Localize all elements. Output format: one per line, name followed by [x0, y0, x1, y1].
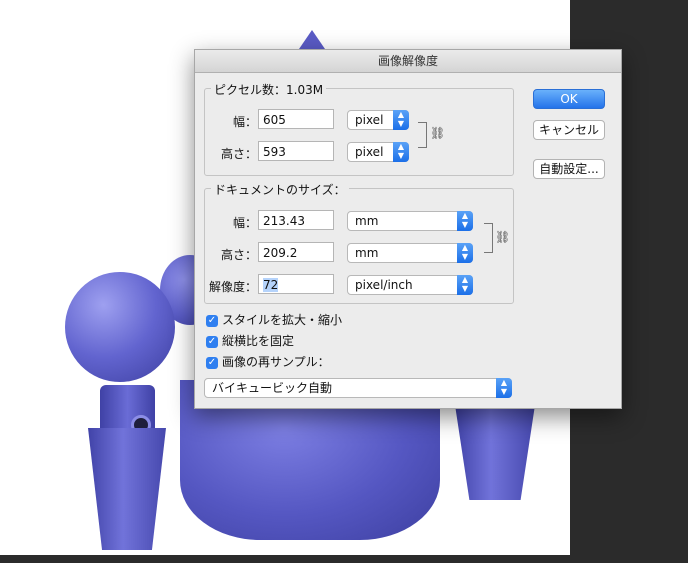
pixel-height-unit-value: pixel [355, 145, 384, 159]
chevron-updown-icon: ▲ ▼ [496, 378, 512, 398]
pixel-width-unit-select[interactable]: pixel ▲ ▼ [347, 110, 409, 130]
resample-method-value: バイキュービック自動 [212, 381, 333, 395]
doc-width-unit-value: mm [355, 214, 379, 228]
resample-checkbox[interactable]: ✓ 画像の再サンプル： [206, 354, 330, 370]
doc-height-input[interactable]: 209.2 [258, 242, 334, 262]
resolution-unit-value: pixel/inch [355, 278, 413, 292]
chain-link-icon: ⛓ [430, 126, 446, 140]
chevron-updown-icon: ▲ ▼ [393, 110, 409, 130]
auto-button[interactable]: 自動設定... [533, 159, 605, 179]
resolution-input[interactable]: 72 [258, 274, 334, 294]
cancel-button[interactable]: キャンセル [533, 120, 605, 140]
chevron-updown-icon: ▲ ▼ [457, 275, 473, 295]
pixel-height-input[interactable]: 593 [258, 141, 334, 161]
resolution-label: 解像度： [208, 280, 257, 294]
chevron-updown-icon: ▲ ▼ [457, 243, 473, 263]
pixel-height-unit-select[interactable]: pixel ▲ ▼ [347, 142, 409, 162]
pixel-dimensions-group [204, 88, 514, 176]
doc-width-input[interactable]: 213.43 [258, 210, 334, 230]
doc-height-unit-value: mm [355, 246, 379, 260]
constrain-proportions-label: 縦横比を固定 [222, 334, 295, 348]
checkmark-icon: ✓ [206, 314, 218, 327]
ok-button[interactable]: OK [533, 89, 605, 109]
dialog-title: 画像解像度 [195, 50, 621, 73]
scale-styles-label: スタイルを拡大・縮小 [222, 313, 343, 327]
doc-height-label: 高さ： [220, 248, 257, 262]
image-size-dialog: 画像解像度 ピクセル数：1.03M 幅： 605 pixel ▲ ▼ 高さ： 59… [194, 49, 622, 409]
model-ball [65, 272, 175, 382]
scale-styles-checkbox[interactable]: ✓ スタイルを拡大・縮小 [206, 312, 342, 328]
pixel-dimensions-title: ピクセル数：1.03M [211, 81, 327, 98]
pixel-width-unit-value: pixel [355, 113, 384, 127]
resolution-unit-select[interactable]: pixel/inch ▲ ▼ [347, 275, 473, 295]
doc-height-unit-select[interactable]: mm ▲ ▼ [347, 243, 473, 263]
resample-label: 画像の再サンプル： [222, 355, 330, 369]
pixel-width-label: 幅： [232, 115, 257, 129]
pixel-link-bracket [418, 122, 427, 148]
resample-method-select[interactable]: バイキュービック自動 ▲ ▼ [204, 378, 512, 398]
doc-link-bracket [484, 223, 493, 253]
chevron-updown-icon: ▲ ▼ [457, 211, 473, 231]
resolution-value: 72 [263, 278, 279, 292]
constrain-proportions-checkbox[interactable]: ✓ 縦横比を固定 [206, 333, 294, 349]
pixel-height-label: 高さ： [220, 147, 257, 161]
checkmark-icon: ✓ [206, 356, 218, 369]
doc-width-unit-select[interactable]: mm ▲ ▼ [347, 211, 473, 231]
model-leg-right [455, 405, 535, 500]
model-leg-left [88, 428, 166, 550]
chain-link-icon: ⛓ [495, 230, 511, 244]
chevron-updown-icon: ▲ ▼ [393, 142, 409, 162]
checkmark-icon: ✓ [206, 335, 218, 348]
doc-width-label: 幅： [232, 216, 257, 230]
document-size-title: ドキュメントのサイズ： [211, 181, 349, 198]
pixel-width-input[interactable]: 605 [258, 109, 334, 129]
